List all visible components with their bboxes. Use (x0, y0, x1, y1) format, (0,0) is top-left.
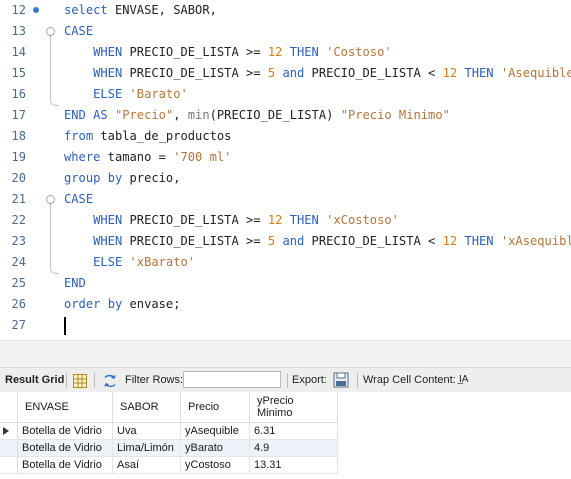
column-header-yprecio-minimo[interactable]: yPrecio Minimo (250, 392, 338, 423)
line-number: 14 (11, 45, 26, 59)
result-grid-label: Result Grid (5, 374, 65, 386)
line-number: 21 (11, 192, 26, 206)
fold-end-marker (50, 95, 59, 106)
column-header-sabor[interactable]: SABOR (113, 392, 181, 423)
row-header-corner (0, 392, 18, 423)
code-text: WHEN PRECIO_DE_LISTA >= 12 THEN 'Costoso… (93, 45, 392, 59)
line-number: 20 (11, 171, 26, 185)
panel-splitter[interactable] (0, 340, 571, 368)
wrap-cell-content-label: Wrap Cell Content: (363, 374, 456, 386)
row-header[interactable] (0, 440, 18, 457)
line-number: 17 (11, 108, 26, 122)
code-text: WHEN PRECIO_DE_LISTA >= 5 and PRECIO_DE_… (93, 66, 571, 80)
code-text: WHEN PRECIO_DE_LISTA >= 12 THEN 'xCostos… (93, 213, 399, 227)
code-line[interactable]: 14 WHEN PRECIO_DE_LISTA >= 12 THEN 'Cost… (0, 42, 571, 63)
cell-precio[interactable]: yBarato (181, 440, 250, 457)
code-text: CASE (64, 24, 94, 38)
code-line[interactable]: 22 WHEN PRECIO_DE_LISTA >= 12 THEN 'xCos… (0, 210, 571, 231)
code-line[interactable]: 24 ELSE 'xBarato' (0, 252, 571, 273)
line-number: 12 (11, 3, 26, 17)
toolbar-separator (66, 373, 67, 388)
filter-rows-input[interactable] (183, 371, 281, 388)
cell-sabor[interactable]: Asaí (113, 457, 181, 474)
row-header[interactable] (0, 423, 18, 440)
toolbar-separator (357, 373, 358, 388)
line-number: 23 (11, 234, 26, 248)
cell-sabor[interactable]: Uva (113, 423, 181, 440)
code-text: select ENVASE, SABOR, (64, 3, 217, 17)
code-line[interactable]: 20 group by precio, (0, 168, 571, 189)
code-text: where tamano = '700 ml' (64, 150, 232, 164)
code-line[interactable]: 23 WHEN PRECIO_DE_LISTA >= 5 and PRECIO_… (0, 231, 571, 252)
fold-guide (50, 36, 51, 95)
line-number: 13 (11, 24, 26, 38)
line-number: 19 (11, 150, 26, 164)
table-row[interactable]: Botella de Vidrio Asaí yCostoso 13.31 (0, 457, 338, 474)
filter-icon (103, 373, 117, 388)
line-number: 25 (11, 276, 26, 290)
line-number: 26 (11, 297, 26, 311)
cell-yprecio-minimo[interactable]: 13.31 (250, 457, 338, 474)
code-line[interactable]: 15 WHEN PRECIO_DE_LISTA >= 5 and PRECIO_… (0, 63, 571, 84)
line-number: 27 (11, 318, 26, 332)
cell-envase[interactable]: Botella de Vidrio (18, 440, 113, 457)
text-caret (64, 317, 66, 335)
code-text: from tabla_de_productos (64, 129, 232, 143)
table-row[interactable]: Botella de Vidrio Uva yAsequible 6.31 (0, 423, 338, 440)
line-number: 18 (11, 129, 26, 143)
statement-marker-icon (33, 7, 39, 13)
code-line[interactable]: 26 order by envase; (0, 294, 571, 315)
cell-envase[interactable]: Botella de Vidrio (18, 457, 113, 474)
table-row[interactable]: Botella de Vidrio Lima/Limón yBarato 4.9 (0, 440, 338, 457)
cell-yprecio-minimo[interactable]: 6.31 (250, 423, 338, 440)
export-label: Export: (292, 374, 327, 386)
filter-rows-label: Filter Rows: (125, 374, 184, 386)
grid-view-icon[interactable] (73, 373, 87, 388)
fold-toggle-icon[interactable] (46, 195, 55, 204)
code-line[interactable]: 13 CASE (0, 21, 571, 42)
code-line[interactable]: 27 (0, 315, 571, 336)
column-header-envase[interactable]: ENVASE (18, 392, 113, 423)
code-text: CASE (64, 192, 94, 206)
cell-envase[interactable]: Botella de Vidrio (18, 423, 113, 440)
code-text: group by precio, (64, 171, 181, 185)
fold-toggle-icon[interactable] (46, 27, 55, 36)
fold-end-marker (50, 263, 59, 274)
current-row-arrow-icon (3, 427, 9, 435)
code-text: order by envase; (64, 297, 181, 311)
line-number: 15 (11, 66, 26, 80)
row-header[interactable] (0, 457, 18, 474)
fold-guide (50, 204, 51, 263)
code-text: END (64, 276, 86, 290)
code-text: ELSE 'xBarato' (93, 255, 196, 269)
code-text: END AS "Precio", min(PRECIO_DE_LISTA) "P… (64, 108, 450, 122)
code-line[interactable]: 12 select ENVASE, SABOR, (0, 0, 571, 21)
code-line[interactable]: 16 ELSE 'Barato' (0, 84, 571, 105)
line-number: 22 (11, 213, 26, 227)
sql-editor[interactable]: 12 select ENVASE, SABOR, 13 CASE 14 WHEN PRE… (0, 0, 571, 340)
cell-sabor[interactable]: Lima/Limón (113, 440, 181, 457)
line-number: 16 (11, 87, 26, 101)
code-line[interactable]: 25 END (0, 273, 571, 294)
cell-yprecio-minimo[interactable]: 4.9 (250, 440, 338, 457)
result-grid: ENVASE SABOR Precio yPrecio Minimo Botel… (0, 392, 571, 479)
line-number: 24 (11, 255, 26, 269)
code-line[interactable]: 21 CASE (0, 189, 571, 210)
code-line[interactable]: 17 END AS "Precio", min(PRECIO_DE_LISTA) … (0, 105, 571, 126)
column-header-precio[interactable]: Precio (181, 392, 250, 423)
export-icon[interactable] (333, 372, 349, 388)
toolbar-separator (94, 373, 95, 388)
wrap-cell-content-icon[interactable]: I̲A (459, 368, 468, 392)
code-line[interactable]: 19 where tamano = '700 ml' (0, 147, 571, 168)
cell-precio[interactable]: yAsequible (181, 423, 250, 440)
cell-precio[interactable]: yCostoso (181, 457, 250, 474)
toolbar-separator (287, 373, 288, 388)
code-text: WHEN PRECIO_DE_LISTA >= 5 and PRECIO_DE_… (93, 234, 571, 248)
code-text: ELSE 'Barato' (93, 87, 188, 101)
code-line[interactable]: 18 from tabla_de_productos (0, 126, 571, 147)
result-toolbar: Result Grid Filter Rows: Export: Wrap Ce… (0, 367, 571, 393)
